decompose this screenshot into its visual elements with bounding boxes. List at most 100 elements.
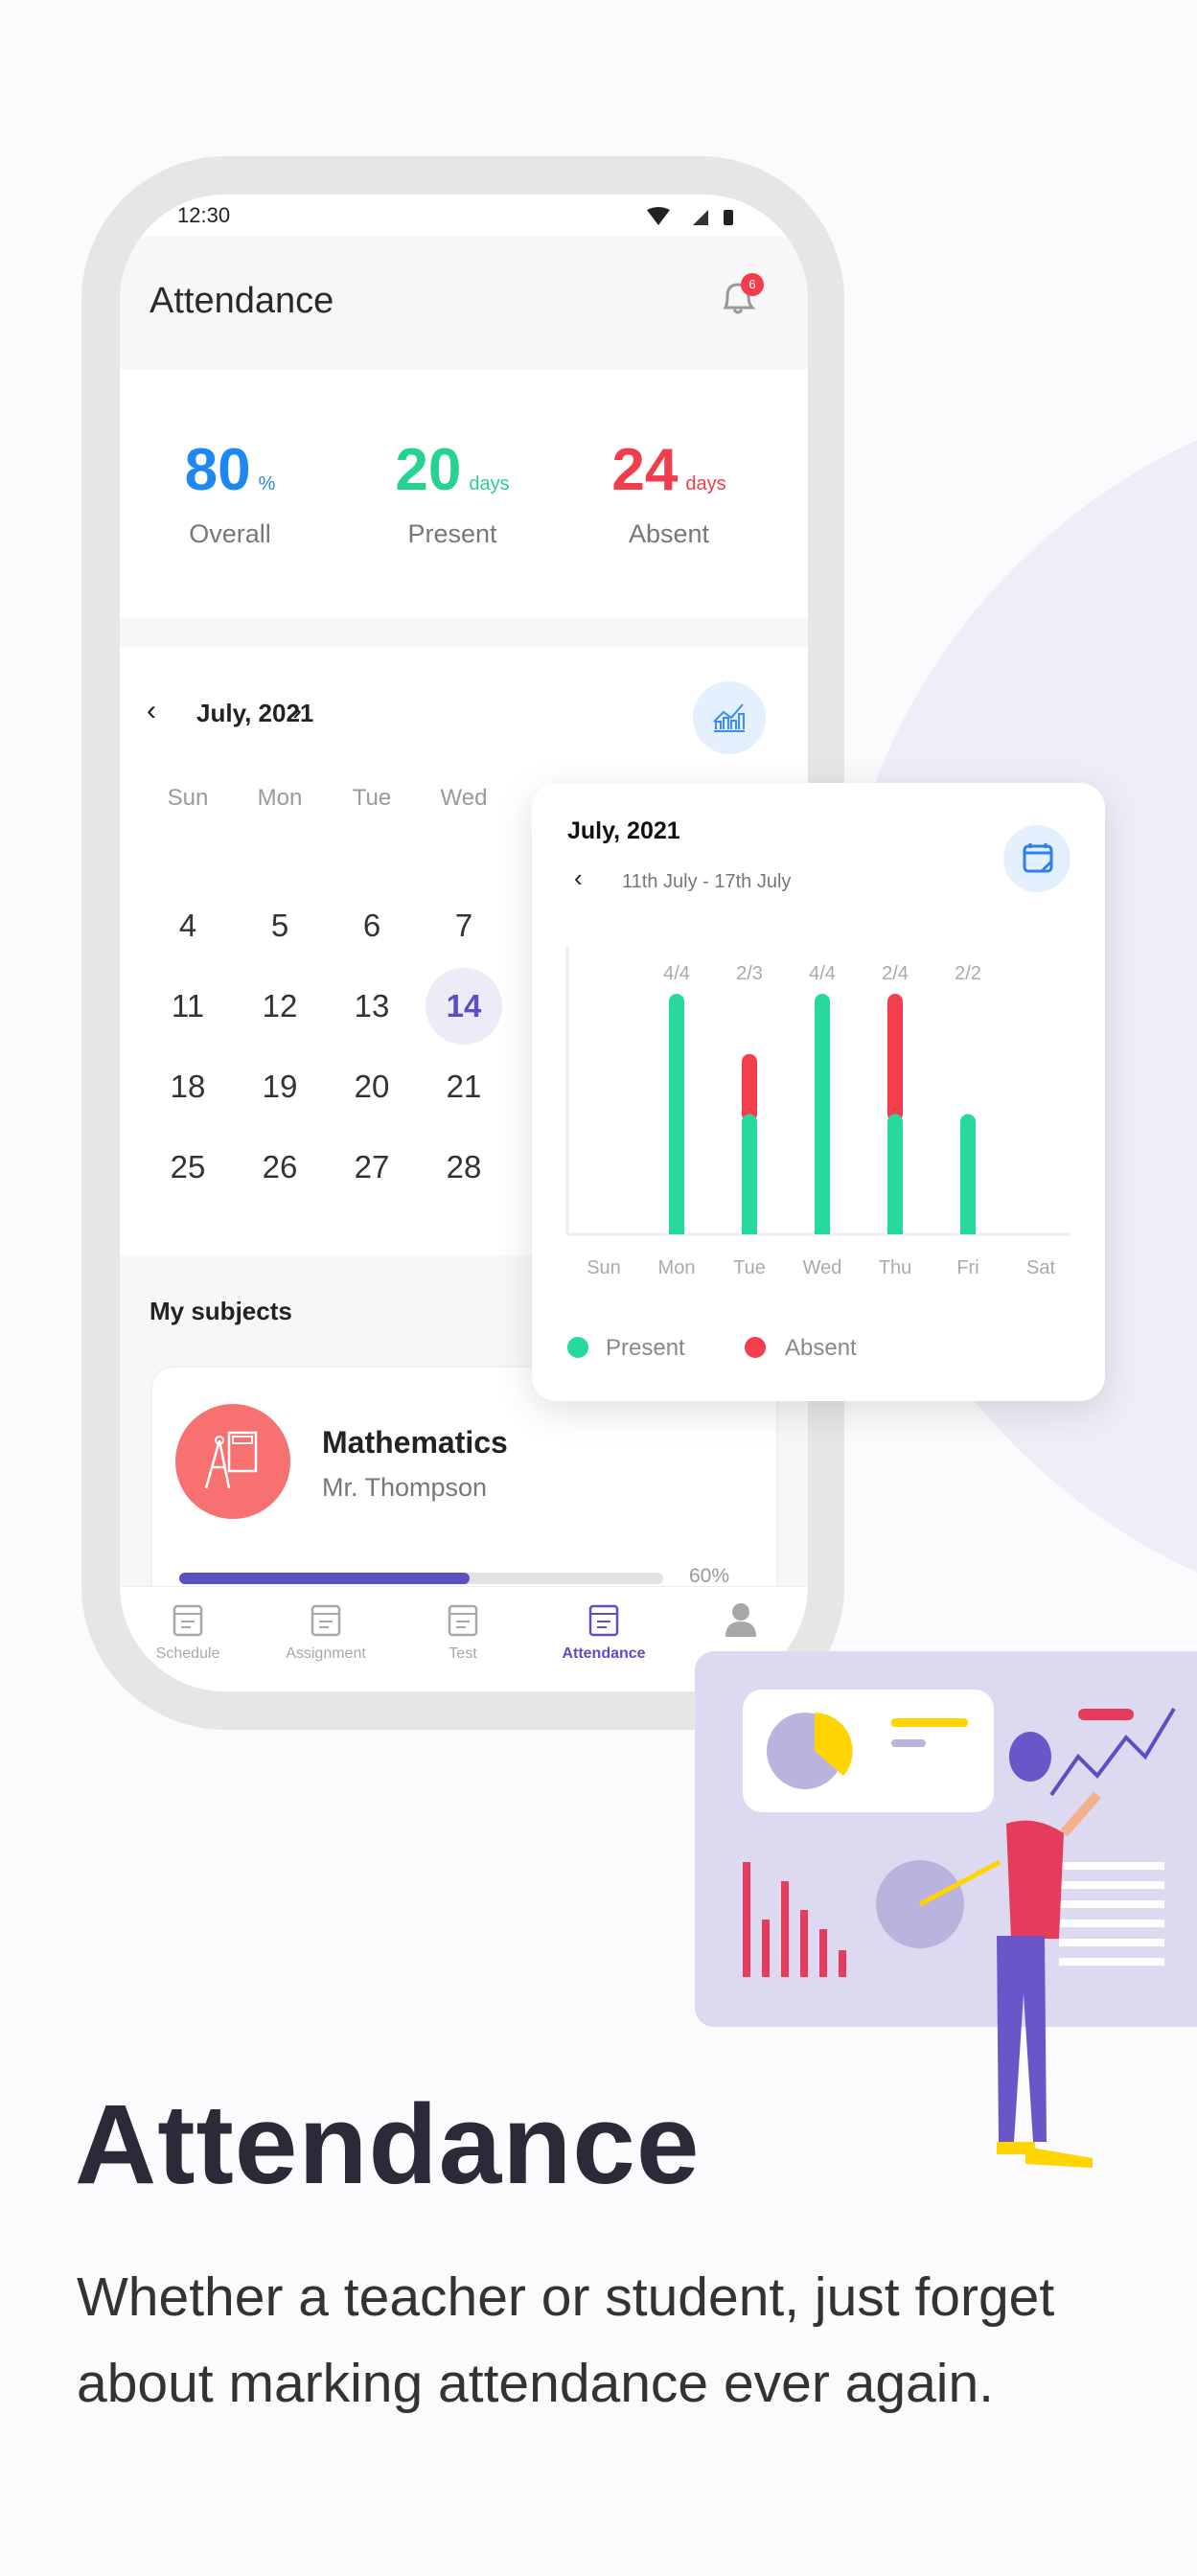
calendar-day[interactable]: 25 [150, 1149, 226, 1185]
test-sheet-icon [448, 1604, 478, 1637]
weekday-label: Sun [167, 785, 209, 811]
stat-unit: days [469, 473, 510, 494]
bar-base [669, 1219, 684, 1234]
bar-tue-absent [742, 1053, 757, 1122]
weekday-label: Tue [352, 785, 392, 811]
weekday-label: Mon [257, 785, 303, 811]
stat-unit: % [258, 473, 276, 494]
subject-progress-label: 60% [689, 1565, 730, 1587]
presenter-legs-illustration [997, 1936, 1093, 2168]
nav-label: Assignment [286, 1645, 366, 1662]
stat-value: 20 [395, 437, 462, 503]
nav-item-schedule[interactable]: Schedule [126, 1587, 250, 1663]
next-month-button[interactable]: › [292, 695, 302, 727]
nav-label: Test [449, 1645, 477, 1662]
math-tools-icon [204, 1431, 258, 1489]
x-tick-label: Tue [733, 1257, 766, 1278]
battery-icon [724, 210, 733, 225]
calendar-day[interactable]: 18 [150, 1069, 226, 1105]
subjects-title: My subjects [150, 1297, 292, 1325]
bar-base [887, 1219, 903, 1234]
stat-unit: days [685, 473, 726, 494]
nav-item-profile[interactable] [679, 1587, 803, 1645]
chart-view-button[interactable] [693, 681, 766, 754]
x-tick-label: Mon [658, 1257, 696, 1278]
stat-label: Present [407, 519, 497, 548]
bar-thu-absent [887, 994, 903, 1122]
calendar-day[interactable]: 20 [334, 1069, 410, 1105]
bar-base [960, 1219, 976, 1234]
subject-progress-fill [179, 1573, 470, 1584]
calendar-day[interactable]: 11 [150, 988, 226, 1024]
calendar-day[interactable]: 26 [242, 1149, 318, 1185]
status-time: 12:30 [177, 203, 231, 227]
status-icons [647, 207, 733, 225]
stat-value: 80 [184, 437, 251, 503]
notification-button[interactable]: 6 [714, 273, 764, 321]
calendar-day-selected[interactable]: 14 [426, 968, 502, 1045]
calendar-day[interactable]: 7 [426, 908, 502, 944]
nav-item-assignment[interactable]: Assignment [264, 1587, 388, 1663]
calendar-day[interactable]: 6 [334, 908, 410, 944]
calendar-day[interactable]: 19 [242, 1069, 318, 1105]
calendar-day[interactable]: 12 [242, 988, 318, 1024]
subject-card[interactable]: Mathematics Mr. Thompson 60% [150, 1366, 778, 1615]
status-bar: 12:30 [120, 195, 808, 237]
legend-present-label: Present [606, 1335, 685, 1361]
x-tick-label: Sat [1026, 1257, 1055, 1278]
calendar-day[interactable]: 13 [334, 988, 410, 1024]
page-title: Attendance [150, 281, 334, 321]
subject-progress-track [179, 1573, 663, 1584]
stat-label: Overall [189, 519, 271, 548]
weekly-chart-popup: July, 2021 ‹ 11th July - 17th July Sun 4/… [532, 783, 1105, 1401]
data-label: 2/4 [882, 963, 909, 984]
hero-body: Whether a teacher or student, just forge… [77, 2266, 1055, 2414]
nav-item-attendance[interactable]: Attendance [541, 1587, 666, 1663]
data-label: 2/3 [736, 963, 763, 984]
subject-icon-circle [175, 1404, 290, 1519]
notification-badge: 6 [741, 273, 764, 296]
data-label: 4/4 [809, 963, 836, 984]
data-label: 2/2 [955, 963, 981, 984]
stat-value: 24 [611, 437, 679, 503]
legend-present-dot [567, 1337, 588, 1358]
wifi-icon [647, 207, 670, 225]
prev-month-button[interactable]: ‹ [147, 695, 156, 727]
x-tick-label: Thu [879, 1257, 911, 1278]
bar-tue-present [742, 1114, 757, 1234]
data-label: 4/4 [663, 963, 690, 984]
calendar-day[interactable]: 28 [426, 1149, 502, 1185]
legend-absent-label: Absent [785, 1335, 857, 1361]
calendar-day[interactable]: 21 [426, 1069, 502, 1105]
stat-present: 20 days Present [342, 436, 563, 549]
bar-fri-present [960, 1114, 976, 1234]
subject-teacher: Mr. Thompson [322, 1473, 488, 1502]
subject-name: Mathematics [322, 1425, 508, 1460]
nav-label: Attendance [562, 1645, 646, 1662]
hero-title: Attendance [75, 2082, 701, 2208]
clipboard-icon [311, 1604, 341, 1637]
x-tick-label: Fri [956, 1257, 978, 1278]
calendar-day[interactable]: 5 [242, 908, 318, 944]
calendar-clock-icon [173, 1604, 203, 1637]
illustration-panel [695, 1651, 1197, 2027]
nav-label: Schedule [155, 1645, 220, 1662]
stats-card: 80% Overall 20 days Present 24 days Absent [120, 369, 808, 618]
teacher-presenting-illustration [743, 1690, 1176, 1977]
x-tick-label: Wed [803, 1257, 842, 1278]
legend-absent-dot [745, 1337, 766, 1358]
calendar-check-icon [588, 1604, 619, 1637]
x-tick-label: Sun [587, 1257, 621, 1278]
bar-base [742, 1219, 757, 1234]
profile-icon [725, 1603, 756, 1637]
stat-overall: 80% Overall [120, 436, 340, 549]
weekday-label: Wed [440, 785, 488, 811]
bar-base [815, 1219, 830, 1234]
stat-absent: 24 days Absent [559, 436, 779, 549]
calendar-day[interactable]: 4 [150, 908, 226, 944]
bar-wed-present [815, 994, 830, 1234]
growth-chart-icon [713, 703, 745, 732]
calendar-day[interactable]: 27 [334, 1149, 410, 1185]
nav-item-test[interactable]: Test [401, 1587, 525, 1663]
stat-label: Absent [628, 519, 710, 548]
